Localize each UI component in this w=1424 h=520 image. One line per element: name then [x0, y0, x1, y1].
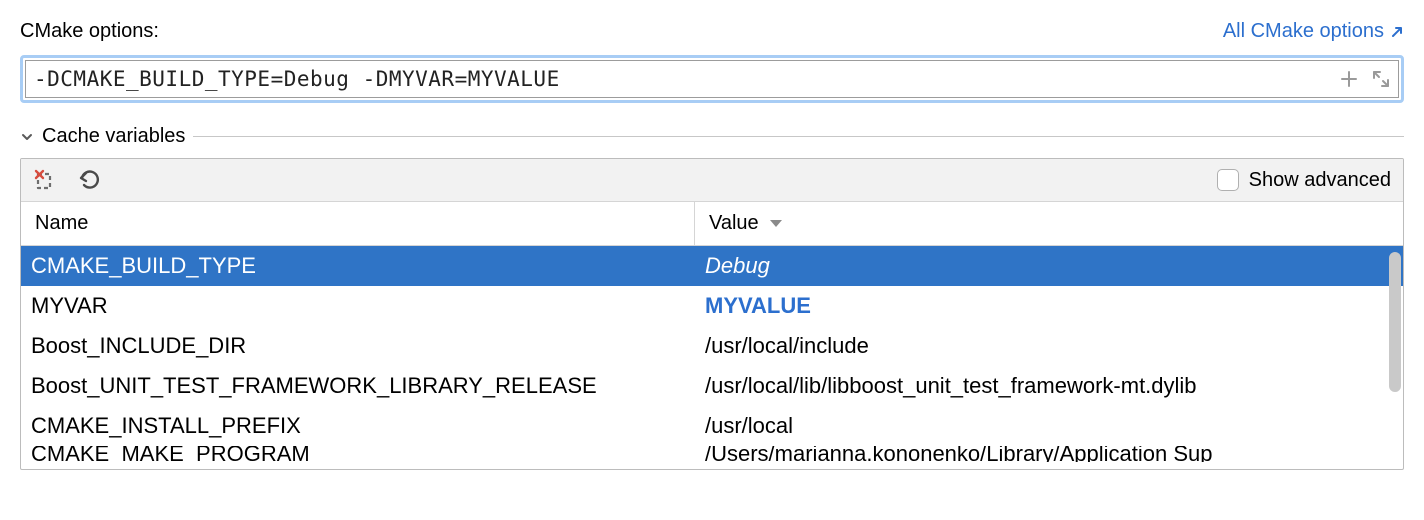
- table-row[interactable]: MYVARMYVALUE: [21, 286, 1403, 326]
- scrollbar-thumb[interactable]: [1389, 252, 1401, 392]
- cell-name: Boost_UNIT_TEST_FRAMEWORK_LIBRARY_RELEAS…: [21, 373, 695, 399]
- table-row[interactable]: CMAKE_INSTALL_PREFIX/usr/local: [21, 406, 1403, 446]
- cell-value[interactable]: Debug: [695, 253, 1403, 279]
- cell-name: MYVAR: [21, 293, 695, 319]
- cell-value[interactable]: /usr/local/lib/libboost_unit_test_framew…: [695, 373, 1403, 399]
- plus-icon[interactable]: [1340, 70, 1358, 88]
- cell-name: Boost_INCLUDE_DIR: [21, 333, 695, 359]
- cache-variables-panel: Show advanced Name Value CMAKE_BUILD_TYP…: [20, 158, 1404, 470]
- cell-name: CMAKE_MAKE_PROGRAM: [21, 446, 695, 462]
- show-advanced-label: Show advanced: [1249, 169, 1391, 192]
- cell-value[interactable]: /Users/marianna.kononenko/Library/Applic…: [695, 446, 1403, 462]
- cell-value[interactable]: MYVALUE: [695, 293, 1403, 319]
- reset-invalid-icon[interactable]: [33, 167, 59, 193]
- cache-table: Name Value CMAKE_BUILD_TYPEDebugMYVARMYV…: [21, 202, 1403, 469]
- section-divider: [193, 136, 1404, 137]
- cmake-options-input-text: -DCMAKE_BUILD_TYPE=Debug -DMYVAR=MYVALUE: [34, 67, 1332, 91]
- cache-toolbar: Show advanced: [21, 159, 1403, 202]
- table-header-row: Name Value: [21, 202, 1403, 246]
- cmake-options-label: CMake options:: [20, 20, 159, 43]
- cell-value[interactable]: /usr/local/include: [695, 333, 1403, 359]
- table-row[interactable]: CMAKE_BUILD_TYPEDebug: [21, 246, 1403, 286]
- cell-value[interactable]: /usr/local: [695, 413, 1403, 439]
- cell-name: CMAKE_BUILD_TYPE: [21, 253, 695, 279]
- sort-desc-icon: [769, 219, 783, 229]
- all-cmake-options-link[interactable]: All CMake options: [1223, 20, 1404, 43]
- all-cmake-options-link-text: All CMake options: [1223, 20, 1384, 43]
- undo-icon[interactable]: [77, 167, 103, 193]
- cache-variables-title: Cache variables: [42, 125, 185, 148]
- table-row[interactable]: Boost_INCLUDE_DIR/usr/local/include: [21, 326, 1403, 366]
- cell-name: CMAKE_INSTALL_PREFIX: [21, 413, 695, 439]
- column-header-value-text: Value: [709, 212, 759, 235]
- checkbox-icon: [1217, 169, 1239, 191]
- cmake-options-input[interactable]: -DCMAKE_BUILD_TYPE=Debug -DMYVAR=MYVALUE: [20, 55, 1404, 103]
- chevron-down-icon: [20, 130, 34, 144]
- table-row[interactable]: Boost_UNIT_TEST_FRAMEWORK_LIBRARY_RELEAS…: [21, 366, 1403, 406]
- expand-icon[interactable]: [1372, 70, 1390, 88]
- column-header-value[interactable]: Value: [695, 202, 1403, 245]
- show-advanced-checkbox[interactable]: Show advanced: [1217, 169, 1391, 192]
- table-row[interactable]: CMAKE_MAKE_PROGRAM/Users/marianna.konone…: [21, 446, 1403, 462]
- cache-variables-section-header[interactable]: Cache variables: [20, 125, 1404, 148]
- column-header-name[interactable]: Name: [21, 202, 695, 245]
- external-link-icon: [1390, 25, 1404, 39]
